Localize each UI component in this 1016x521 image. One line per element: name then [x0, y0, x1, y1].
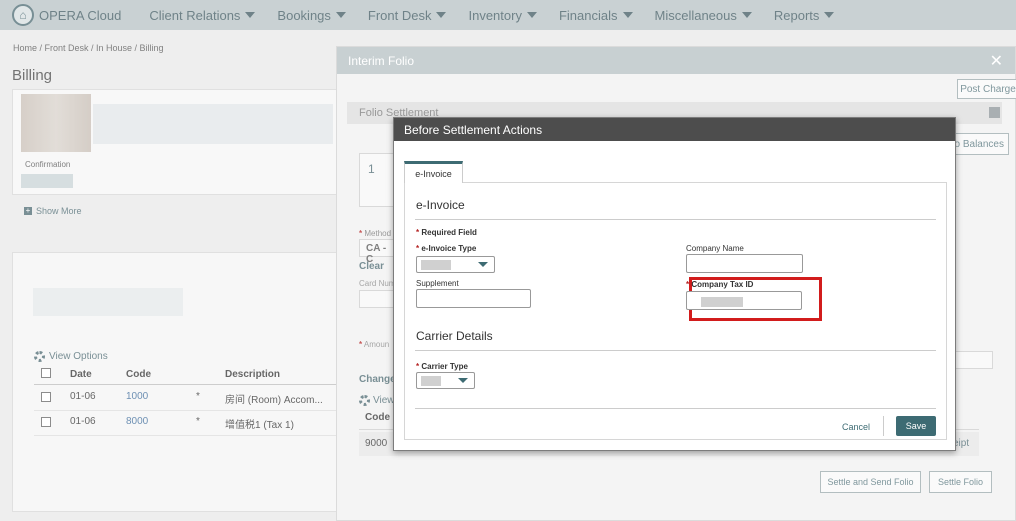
modal-header: Before Settlement Actions [394, 118, 955, 141]
before-settlement-actions-modal: Before Settlement Actions e-Invoice e-In… [393, 117, 956, 451]
divider [415, 408, 936, 409]
chevron-down-icon [478, 262, 488, 267]
e-invoice-section-title: e-Invoice [416, 198, 465, 212]
tax-id-value-blurred [701, 297, 743, 307]
selected-value-blurred [421, 375, 441, 386]
save-button[interactable]: Save [896, 416, 936, 436]
carrier-type-label-text: Carrier Type [421, 362, 468, 371]
e-invoice-type-label-text: e-Invoice Type [421, 244, 477, 253]
modal-body: e-Invoice * Required Field * e-Invoice T… [404, 182, 947, 440]
divider [415, 350, 936, 351]
chevron-down-icon [458, 378, 468, 383]
required-star: * [686, 280, 690, 289]
carrier-type-select[interactable] [416, 372, 475, 389]
cancel-button[interactable]: Cancel [842, 422, 870, 432]
e-invoice-type-label: * e-Invoice Type [416, 244, 476, 253]
required-star: * [416, 362, 420, 371]
required-star: * [416, 244, 420, 253]
selected-value-blurred [421, 259, 451, 270]
carrier-type-label: * Carrier Type [416, 362, 468, 371]
divider [883, 416, 884, 436]
company-tax-id-label-text: Company Tax ID [691, 280, 754, 289]
e-invoice-type-select[interactable] [416, 256, 495, 273]
supplement-label: Supplement [416, 279, 459, 288]
company-tax-id-input[interactable] [686, 291, 802, 310]
company-tax-id-label: * Company Tax ID [686, 280, 753, 289]
divider [415, 219, 936, 220]
required-field-note: * Required Field [416, 228, 477, 237]
company-name-label: Company Name [686, 244, 744, 253]
required-star: * [416, 228, 420, 237]
modal-title: Before Settlement Actions [404, 122, 543, 137]
company-name-input[interactable] [686, 254, 803, 273]
supplement-input[interactable] [416, 289, 531, 308]
required-field-text: Required Field [421, 228, 477, 237]
tab-e-invoice[interactable]: e-Invoice [404, 161, 463, 183]
carrier-details-section-title: Carrier Details [416, 329, 493, 343]
